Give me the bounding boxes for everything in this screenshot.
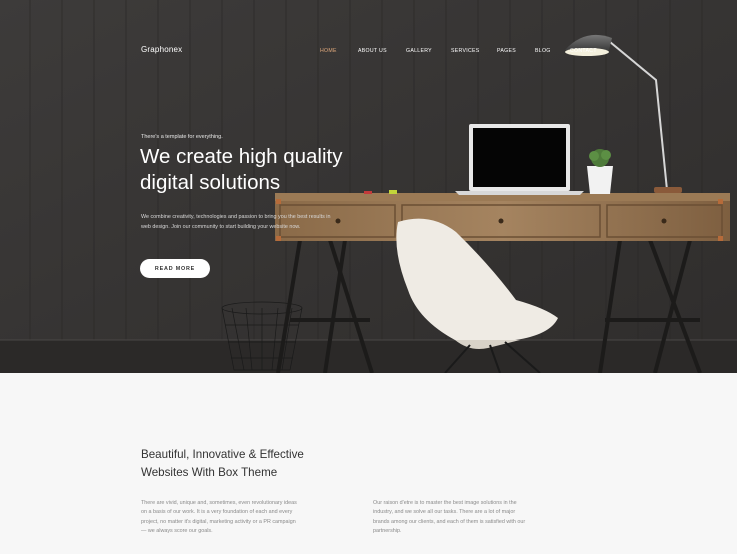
hero-headline-line-2: digital solutions [140, 171, 281, 194]
nav-item-services[interactable]: SERVICES [451, 48, 480, 54]
hero-headline-line-1: We create high quality [140, 145, 343, 168]
nav-item-about-us[interactable]: ABOUT US [358, 48, 387, 54]
about-left-line: There are vivid, unique and, sometimes, … [141, 500, 297, 506]
about-text-left: There are vivid, unique and, sometimes, … [141, 499, 351, 536]
about-left-line: project, no matter it's digital, marketi… [141, 518, 296, 525]
about-left-line: on a basis of our work. It is a very fou… [141, 509, 293, 516]
hero-description-line-2: web design. Join our community to start … [141, 223, 301, 230]
about-title-line-1: Beautiful, Innovative & Effective [141, 448, 304, 461]
about-right-line: partnership. [373, 527, 402, 534]
about-title-line-2: Websites With Box Theme [141, 466, 278, 479]
brand-logo[interactable]: Graphonex [141, 45, 182, 54]
about-right-line: industry, and we solve all our tasks. Th… [373, 509, 516, 516]
about-right-line: Our raison d'etre is to master the best … [373, 500, 517, 506]
hero-description: We combine creativity, technologies and … [141, 213, 396, 232]
about-title: Beautiful, Innovative & Effective Websit… [141, 446, 401, 482]
hero-headline: We create high quality digital solutions [140, 144, 420, 196]
hero-section: Graphonex HOME ABOUT US GALLERY SERVICES… [0, 0, 737, 373]
nav-item-pages[interactable]: PAGES [497, 48, 516, 54]
hero-description-line-1: We combine creativity, technologies and … [141, 214, 331, 220]
nav-item-gallery[interactable]: GALLERY [406, 48, 432, 54]
nav-item-contact[interactable]: CONTACT [570, 48, 597, 54]
about-right-line: brands among our clients, and each of th… [373, 518, 526, 525]
about-left-line: — we always score our goals. [141, 527, 213, 534]
hero-tagline: There's a template for everything. [141, 134, 223, 140]
read-more-button[interactable]: READ MORE [140, 259, 210, 278]
nav-item-blog[interactable]: BLOG [535, 48, 551, 54]
nav-item-home[interactable]: HOME [320, 48, 337, 54]
about-text-right: Our raison d'etre is to master the best … [373, 499, 583, 536]
